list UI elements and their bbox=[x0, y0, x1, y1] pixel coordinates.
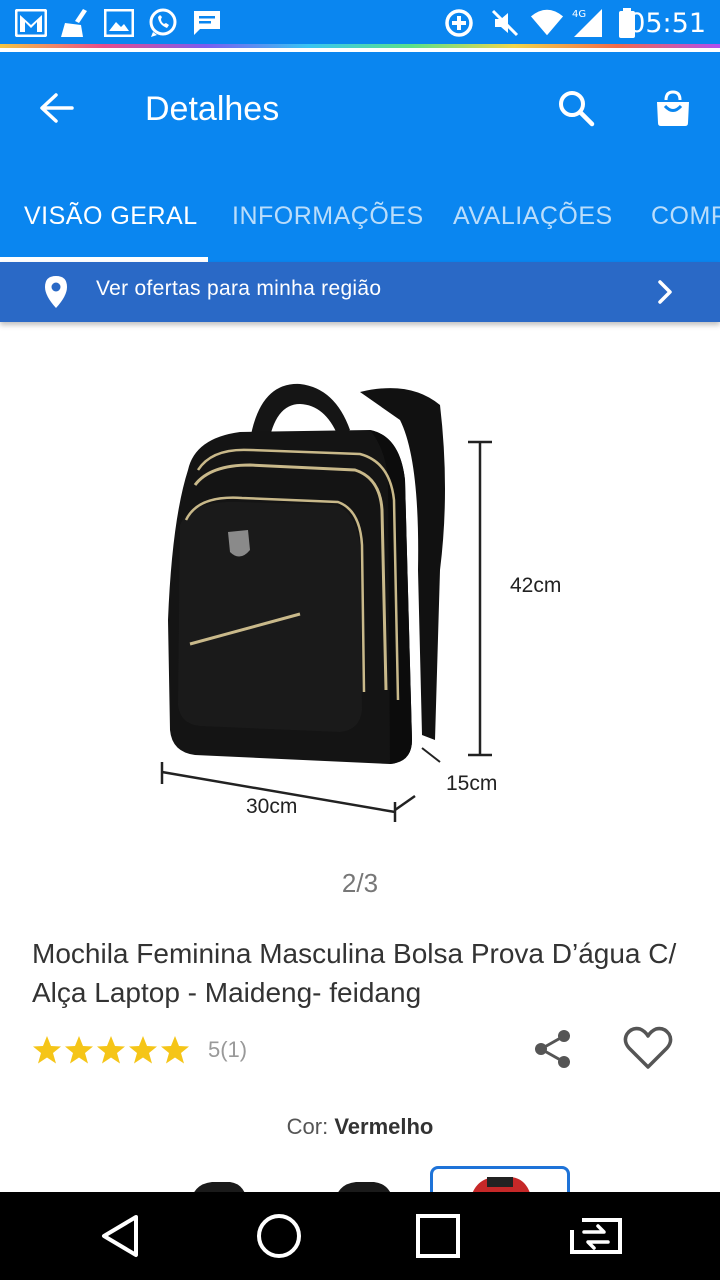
circle-home-icon bbox=[257, 1214, 301, 1258]
favorite-button[interactable] bbox=[620, 1022, 676, 1074]
gallery-icon bbox=[102, 6, 136, 40]
image-pager: 2/3 bbox=[341, 868, 379, 898]
region-offers-label: Ver ofertas para minha região bbox=[96, 277, 382, 300]
cart-button[interactable] bbox=[646, 82, 700, 136]
dimension-height: 42cm bbox=[510, 574, 561, 597]
search-icon bbox=[559, 91, 595, 127]
heart-icon bbox=[623, 1026, 673, 1069]
triangle-back-icon bbox=[102, 1215, 138, 1257]
search-button[interactable] bbox=[550, 82, 602, 134]
product-image[interactable]: 42cm 15cm 30cm bbox=[150, 370, 590, 840]
tab-avaliacoes[interactable]: AVALIAÇÕES bbox=[453, 192, 613, 262]
gmail-icon bbox=[14, 6, 48, 40]
tab-informacoes[interactable]: INFORMAÇÕES bbox=[232, 192, 424, 262]
nav-switch-app-button[interactable] bbox=[568, 1208, 624, 1264]
whatsapp-icon bbox=[146, 6, 180, 40]
color-value: Vermelho bbox=[334, 1114, 434, 1139]
region-offers-banner[interactable]: Ver ofertas para minha região bbox=[0, 262, 720, 322]
color-selection-label: Cor: Vermelho bbox=[0, 1114, 720, 1140]
star-icon bbox=[33, 1036, 61, 1064]
arrow-left-icon bbox=[40, 93, 74, 123]
status-accent-stripe bbox=[0, 44, 720, 48]
system-nav-bar bbox=[0, 1192, 720, 1280]
square-recents-icon bbox=[416, 1214, 460, 1258]
star-icon bbox=[97, 1036, 125, 1064]
clock: 05:51 bbox=[628, 8, 706, 39]
message-icon bbox=[190, 6, 224, 40]
app-bar: Detalhes VISÃO GERAL INFORMAÇÕES AVALIAÇ… bbox=[0, 52, 720, 262]
page-title: Detalhes bbox=[145, 90, 280, 128]
svg-text:4G: 4G bbox=[572, 9, 586, 20]
location-pin-icon bbox=[45, 276, 67, 308]
dimension-width: 30cm bbox=[246, 795, 297, 818]
backpack-image: 42cm 15cm 30cm bbox=[160, 383, 561, 822]
nav-back-button[interactable] bbox=[92, 1208, 148, 1264]
product-title: Mochila Feminina Masculina Bolsa Prova D… bbox=[32, 938, 677, 1008]
mute-icon bbox=[488, 6, 522, 40]
back-button[interactable] bbox=[30, 82, 82, 134]
shopping-bag-icon bbox=[657, 90, 689, 126]
share-icon bbox=[535, 1030, 570, 1068]
signal-icon: 4G bbox=[572, 6, 606, 40]
tab-bar: VISÃO GERAL INFORMAÇÕES AVALIAÇÕES COMP bbox=[0, 192, 720, 262]
star-rating bbox=[32, 1035, 190, 1065]
data-saver-icon bbox=[442, 6, 476, 40]
star-icon bbox=[65, 1036, 93, 1064]
wifi-icon bbox=[530, 6, 564, 40]
chevron-right-icon bbox=[658, 280, 672, 304]
share-button[interactable] bbox=[530, 1026, 576, 1072]
cleaner-icon bbox=[58, 6, 92, 40]
star-icon bbox=[161, 1036, 189, 1064]
color-label: Cor: bbox=[286, 1114, 329, 1139]
tab-visao-geral[interactable]: VISÃO GERAL bbox=[24, 192, 198, 262]
app-switch-icon bbox=[570, 1218, 622, 1254]
rating-count: 5(1) bbox=[208, 1037, 248, 1062]
nav-home-button[interactable] bbox=[251, 1208, 307, 1264]
star-icon bbox=[129, 1036, 157, 1064]
tab-comparar[interactable]: COMP bbox=[651, 192, 720, 262]
product-rating[interactable]: 5(1) bbox=[32, 1030, 247, 1070]
status-bar: 4G 05:51 bbox=[0, 0, 720, 48]
dimension-depth: 15cm bbox=[446, 772, 497, 795]
nav-recents-button[interactable] bbox=[410, 1208, 466, 1264]
